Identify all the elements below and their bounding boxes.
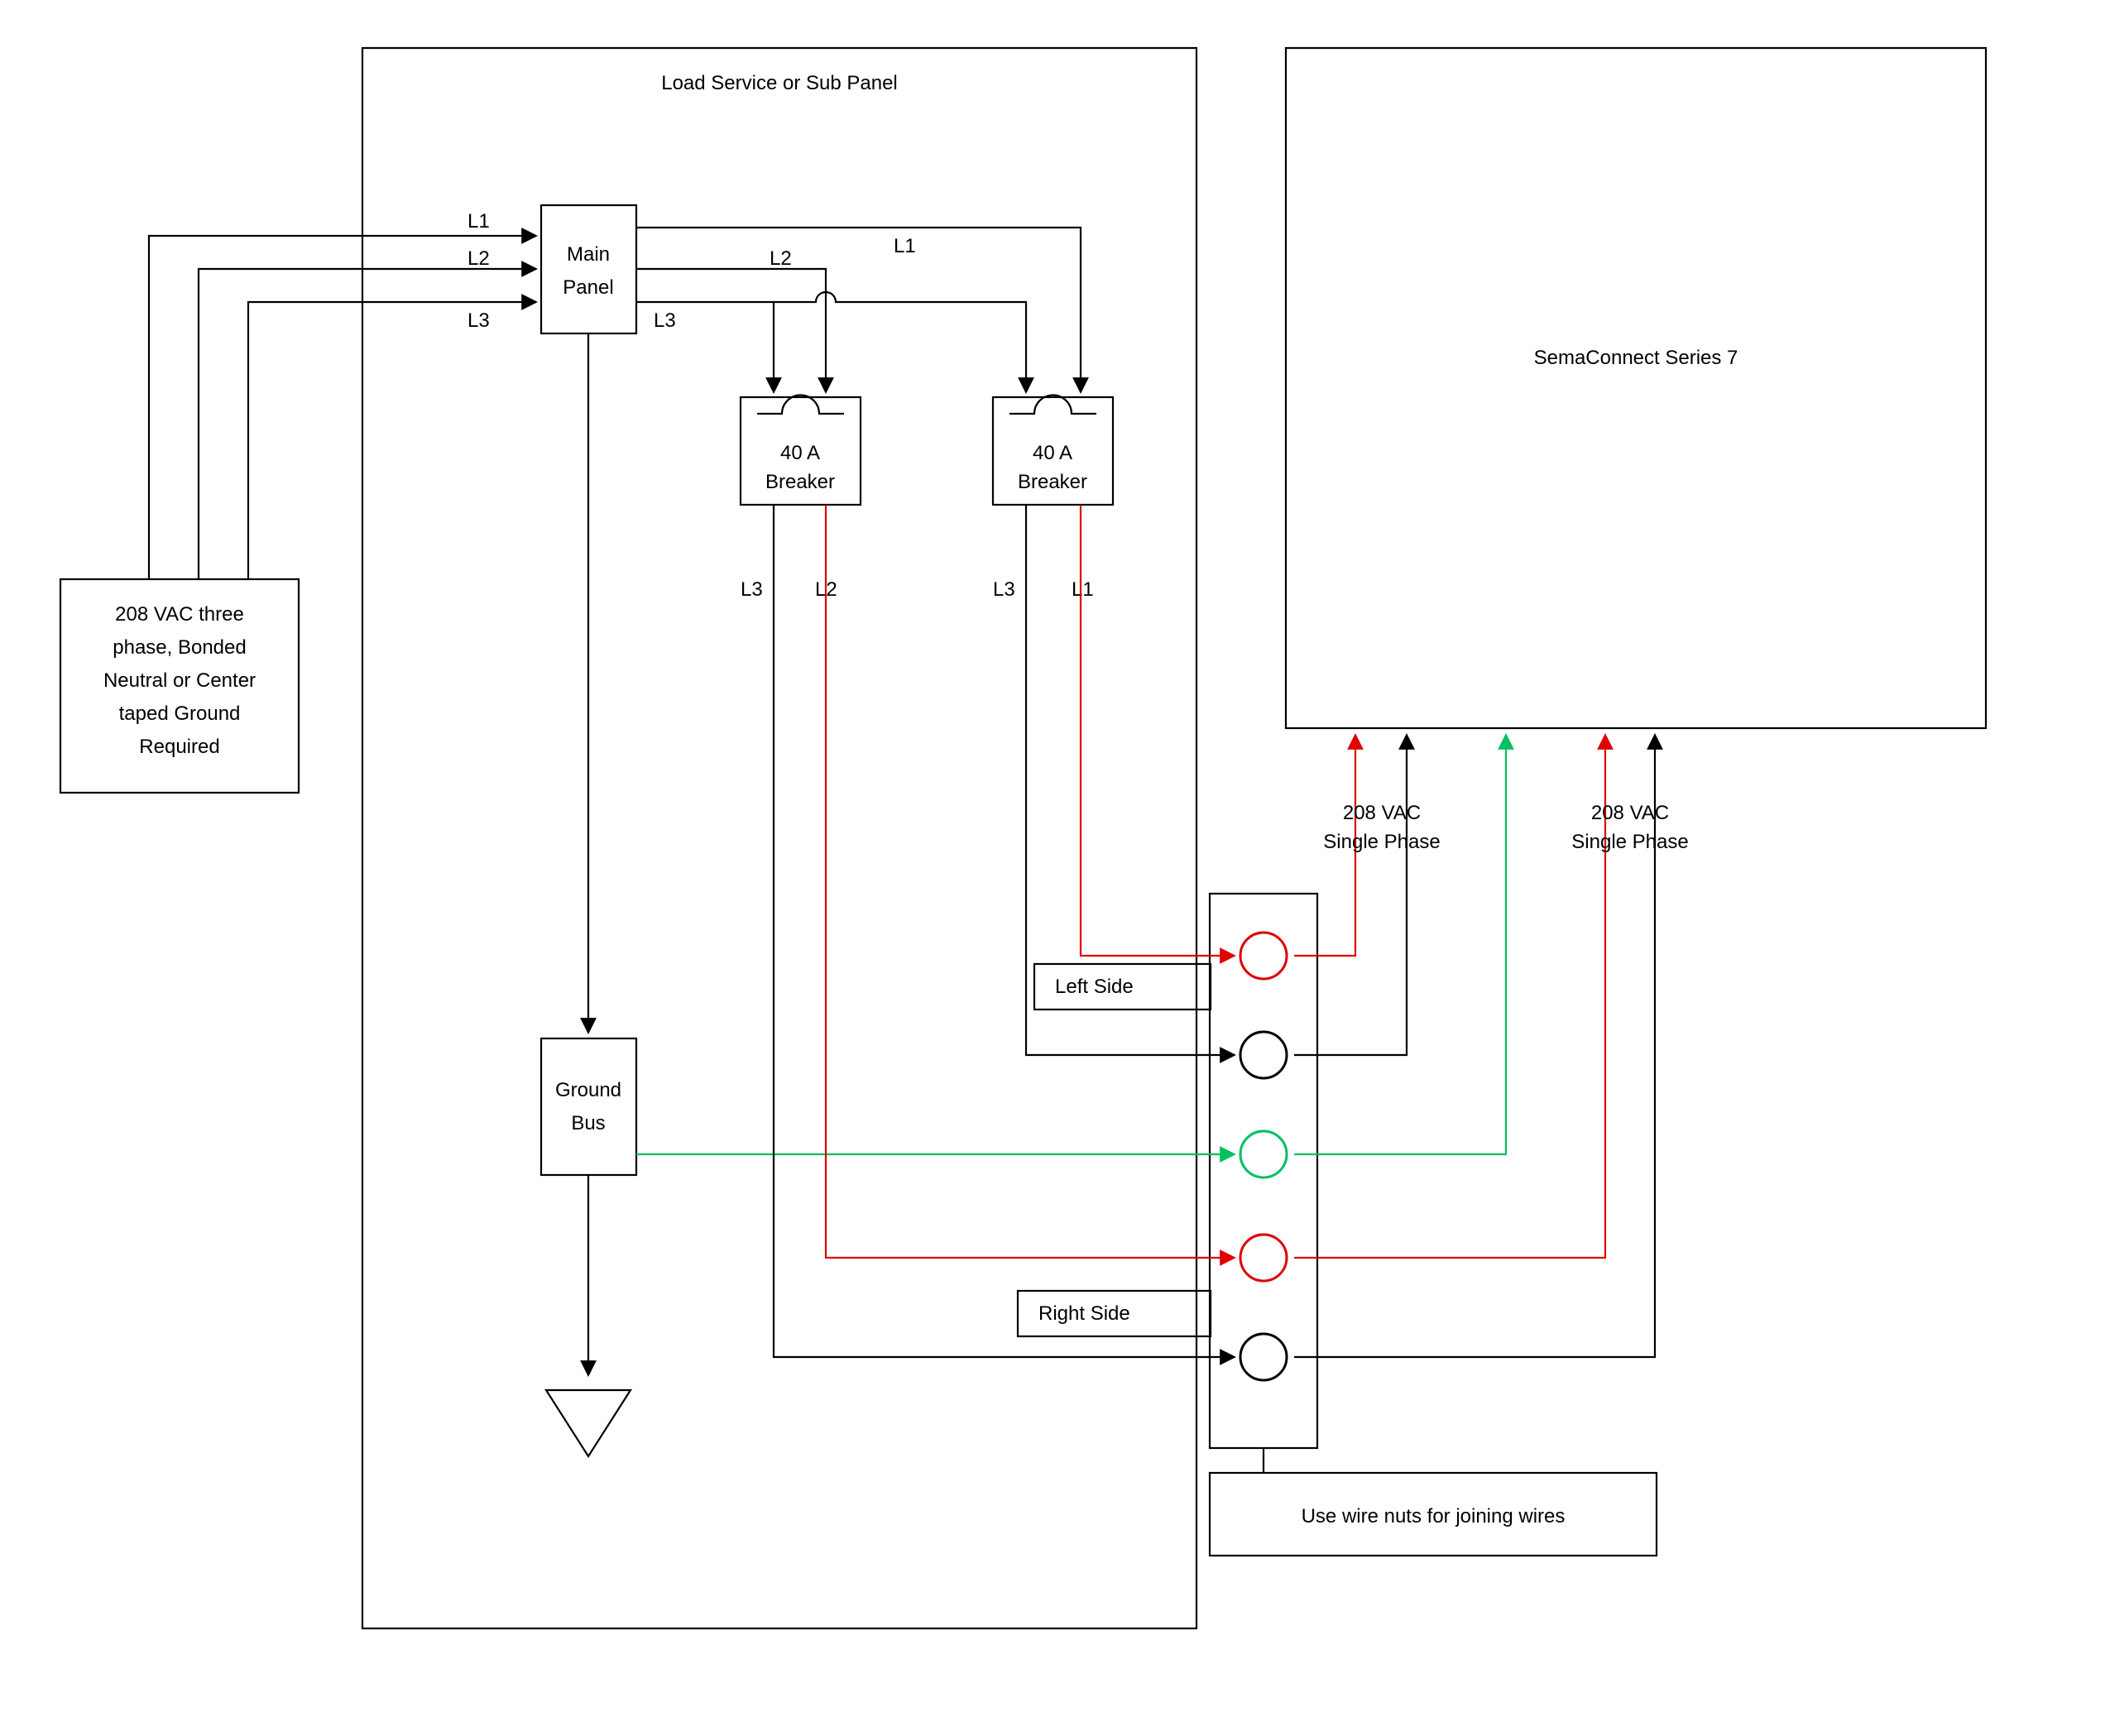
terminal-4 [1240,1235,1287,1281]
breaker1-l2: Breaker [765,471,835,493]
left-side-label: Left Side [1055,976,1134,998]
right-side-label: Right Side [1038,1302,1130,1325]
terminal-5 [1240,1334,1287,1380]
label-l1-out: L1 [894,235,916,257]
label-br1-l3: L3 [741,578,763,601]
source-l1: 208 VAC three [115,603,244,626]
vac1-l1: 208 VAC [1343,802,1421,824]
ground-bus-l2: Bus [571,1112,605,1134]
wire-nuts-text: Use wire nuts for joining wires [1302,1505,1566,1527]
terminal-3 [1240,1131,1287,1177]
terminal-2 [1240,1032,1287,1078]
label-l1-in: L1 [468,210,490,233]
source-l5: Required [139,736,219,758]
label-l2-in: L2 [468,247,490,270]
wire-mp-l1 [636,228,1081,391]
label-l3-in: L3 [468,309,490,332]
load-panel-title: Load Service or Sub Panel [661,72,898,94]
source-l4: taped Ground [119,703,241,725]
ground-bus-l1: Ground [555,1079,621,1101]
vac2-l1: 208 VAC [1591,802,1669,824]
breaker1-l1: 40 A [780,442,820,464]
load-panel-box [362,48,1196,1628]
vac2-l2: Single Phase [1571,831,1688,853]
wire-b1-l2 [826,505,1233,1258]
wire-b1-l3 [774,505,1233,1357]
label-br2-l3: L3 [993,578,1015,601]
wire-t4-up [1294,736,1605,1258]
wire-b2-l1 [1081,505,1233,956]
wire-t3-up [1294,736,1506,1154]
label-l3-out: L3 [654,309,676,332]
label-l2-out: L2 [770,247,792,270]
wiring-diagram: Load Service or Sub Panel SemaConnect Se… [0,0,2110,1736]
main-panel-l2: Panel [563,276,613,299]
main-panel-l1: Main [567,243,610,266]
vac1-l2: Single Phase [1323,831,1440,853]
breaker2-l2: Breaker [1018,471,1087,493]
wire-src-l3 [248,302,535,579]
label-br2-l1: L1 [1072,578,1094,601]
source-l3: Neutral or Center [103,669,256,692]
wire-t5-up [1294,736,1655,1357]
sema-title: SemaConnect Series 7 [1534,347,1738,369]
earth-symbol [546,1390,631,1456]
source-l2: phase, Bonded [113,636,246,659]
wire-mp-l3b [774,292,1026,391]
breaker2-l1: 40 A [1033,442,1072,464]
terminal-1 [1240,933,1287,979]
wire-b2-l3 [1026,505,1233,1055]
ground-bus-box [541,1038,636,1175]
main-panel-box [541,205,636,333]
wire-src-l1 [149,236,535,579]
sema-box [1286,48,1986,728]
